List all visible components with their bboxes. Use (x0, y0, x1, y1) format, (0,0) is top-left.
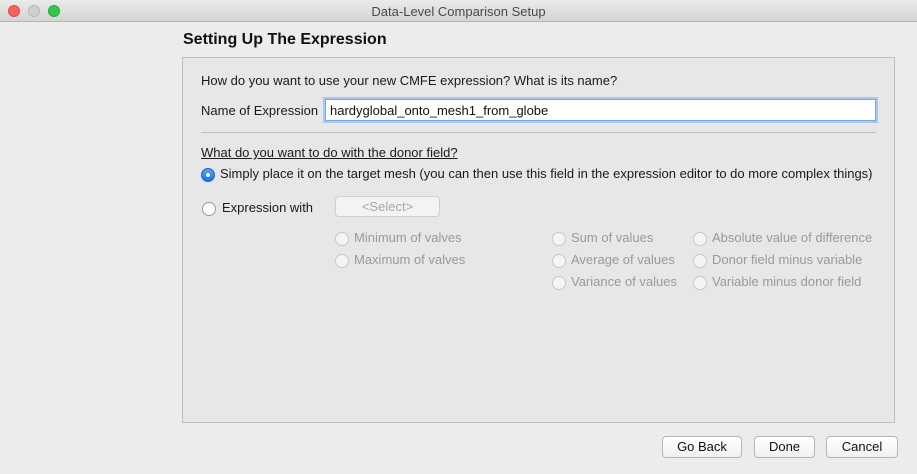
variance-label: Variance of values (571, 274, 677, 289)
average-label: Average of values (571, 252, 675, 267)
cancel-button[interactable]: Cancel (826, 436, 898, 458)
absolute-difference-label: Absolute value of difference (712, 230, 873, 245)
name-of-expression-label: Name of Expression (201, 103, 319, 118)
maximum-radio[interactable] (335, 254, 349, 268)
section-divider (201, 132, 876, 133)
expression-name-input[interactable] (325, 99, 876, 121)
done-button[interactable]: Done (754, 436, 815, 458)
variance-radio[interactable] (552, 276, 566, 290)
donor-minus-variable-label: Donor field minus variable (712, 252, 863, 267)
sum-radio[interactable] (552, 232, 566, 246)
title-bar: Data-Level Comparison Setup (0, 0, 917, 22)
page-title: Setting Up The Expression (183, 31, 387, 48)
variable-minus-donor-radio[interactable] (693, 276, 707, 290)
expression-with-radio[interactable] (202, 202, 216, 216)
expression-with-label[interactable]: Expression with (222, 200, 313, 215)
minimum-radio[interactable] (335, 232, 349, 246)
donor-minus-variable-radio[interactable] (693, 254, 707, 268)
window-title: Data-Level Comparison Setup (371, 4, 546, 19)
go-back-button[interactable]: Go Back (662, 436, 742, 458)
average-radio[interactable] (552, 254, 566, 268)
minimum-label: Minimum of valves (354, 230, 462, 245)
variable-select-dropdown[interactable]: <Select> (335, 196, 440, 217)
donor-field-question: What do you want to do with the donor fi… (201, 145, 458, 160)
variable-minus-donor-label: Variable minus donor field (712, 274, 862, 289)
absolute-difference-radio[interactable] (693, 232, 707, 246)
maximum-label: Maximum of valves (354, 252, 466, 267)
name-question-label: How do you want to use your new CMFE exp… (201, 73, 618, 88)
place-on-mesh-label[interactable]: Simply place it on the target mesh (you … (220, 166, 873, 181)
sum-label: Sum of values (571, 230, 654, 245)
place-on-mesh-radio[interactable] (201, 168, 215, 182)
